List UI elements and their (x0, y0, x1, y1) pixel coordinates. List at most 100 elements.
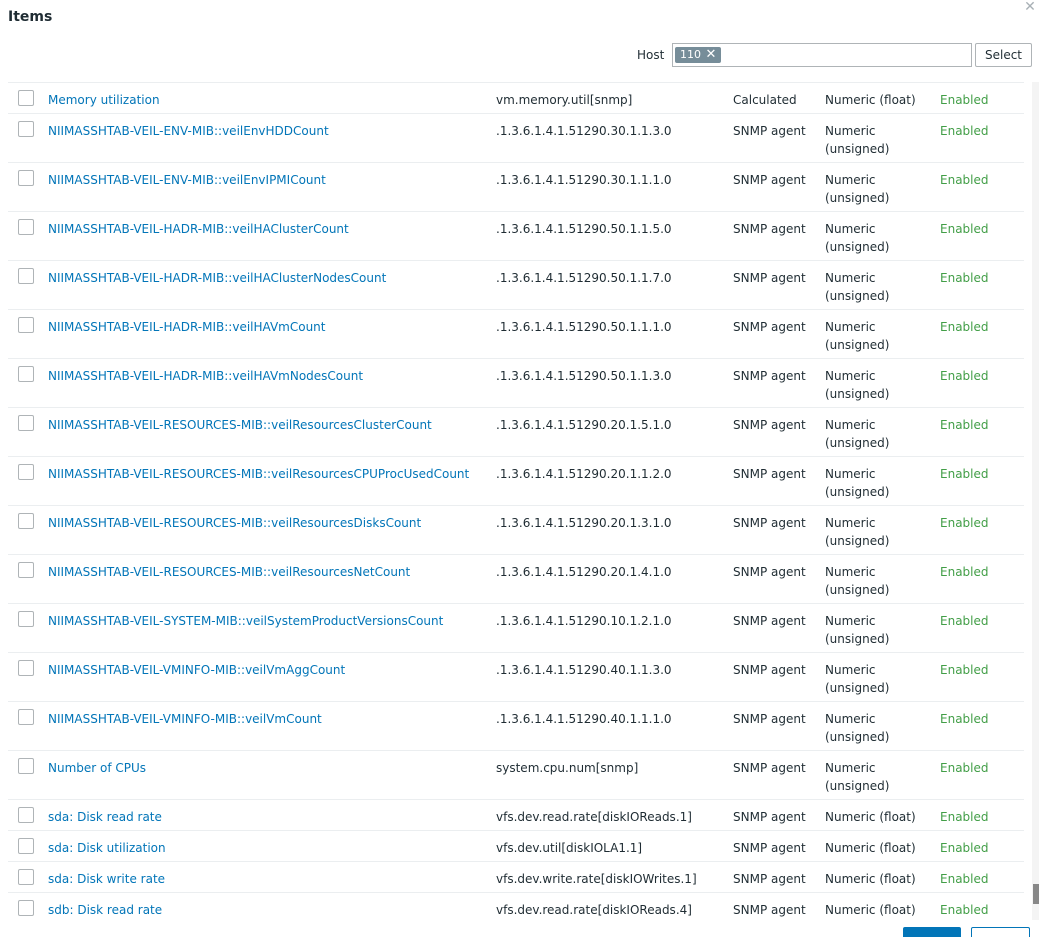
item-status[interactable]: Enabled (940, 808, 989, 826)
row-checkbox[interactable] (18, 838, 34, 854)
scrollbar-thumb[interactable] (1033, 884, 1039, 904)
row-checkbox[interactable] (18, 709, 34, 725)
item-value-type: Numeric (unsigned) (825, 565, 890, 597)
item-type: SNMP agent (733, 320, 806, 334)
item-key: vfs.dev.util[diskIOLA1.1] (496, 841, 643, 855)
row-checkbox[interactable] (18, 562, 34, 578)
item-value-type: Numeric (unsigned) (825, 173, 890, 205)
item-name-link[interactable]: sdb: Disk read rate (48, 901, 162, 919)
item-status[interactable]: Enabled (940, 465, 989, 483)
item-key: .1.3.6.1.4.1.51290.50.1.1.7.0 (496, 271, 672, 285)
row-checkbox[interactable] (18, 268, 34, 284)
item-status[interactable]: Enabled (940, 122, 989, 140)
row-checkbox[interactable] (18, 900, 34, 916)
item-key: system.cpu.num[snmp] (496, 761, 639, 775)
item-name-link[interactable]: Memory utilization (48, 91, 160, 109)
item-status[interactable]: Enabled (940, 171, 989, 189)
item-value-type: Numeric (float) (825, 810, 916, 824)
item-name-link[interactable]: NIIMASSHTAB-VEIL-HADR-MIB::veilHACluster… (48, 220, 349, 238)
row-checkbox[interactable] (18, 415, 34, 431)
item-value-type: Numeric (unsigned) (825, 516, 890, 548)
table-row: NIIMASSHTAB-VEIL-HADR-MIB::veilHAVmCount… (8, 310, 1024, 359)
item-name-link[interactable]: sda: Disk read rate (48, 808, 162, 826)
item-name-link[interactable]: NIIMASSHTAB-VEIL-RESOURCES-MIB::veilReso… (48, 514, 421, 532)
item-status[interactable]: Enabled (940, 661, 989, 679)
item-key: .1.3.6.1.4.1.51290.20.1.3.1.0 (496, 516, 672, 530)
item-status[interactable]: Enabled (940, 416, 989, 434)
row-checkbox[interactable] (18, 807, 34, 823)
row-checkbox[interactable] (18, 869, 34, 885)
item-name-link[interactable]: sda: Disk write rate (48, 870, 165, 888)
item-key: .1.3.6.1.4.1.51290.50.1.1.1.0 (496, 320, 672, 334)
table-row: NIIMASSHTAB-VEIL-RESOURCES-MIB::veilReso… (8, 555, 1024, 604)
item-value-type: Numeric (unsigned) (825, 369, 890, 401)
item-key: .1.3.6.1.4.1.51290.50.1.1.3.0 (496, 369, 672, 383)
item-status[interactable]: Enabled (940, 710, 989, 728)
item-type: SNMP agent (733, 565, 806, 579)
item-name-link[interactable]: Number of CPUs (48, 759, 146, 777)
item-name-link[interactable]: NIIMASSHTAB-VEIL-VMINFO-MIB::veilVmAggCo… (48, 661, 345, 679)
item-status[interactable]: Enabled (940, 612, 989, 630)
row-checkbox[interactable] (18, 464, 34, 480)
host-multiselect-input[interactable]: 110 ✕ (672, 43, 972, 67)
item-value-type: Numeric (unsigned) (825, 614, 890, 646)
item-name-link[interactable]: NIIMASSHTAB-VEIL-RESOURCES-MIB::veilReso… (48, 563, 410, 581)
host-label: Host (637, 48, 665, 62)
footer-secondary-button[interactable] (971, 927, 1030, 937)
item-key: vfs.dev.read.rate[diskIOReads.1] (496, 810, 692, 824)
select-button[interactable]: Select (975, 43, 1032, 67)
item-name-link[interactable]: NIIMASSHTAB-VEIL-SYSTEM-MIB::veilSystemP… (48, 612, 443, 630)
item-status[interactable]: Enabled (940, 514, 989, 532)
host-chip: 110 ✕ (675, 47, 721, 63)
item-name-link[interactable]: NIIMASSHTAB-VEIL-HADR-MIB::veilHAVmCount (48, 318, 326, 336)
scrollbar[interactable] (1032, 82, 1039, 920)
item-status[interactable]: Enabled (940, 839, 989, 857)
close-icon[interactable]: ✕ (1023, 0, 1037, 14)
row-checkbox[interactable] (18, 219, 34, 235)
table-row: NIIMASSHTAB-VEIL-HADR-MIB::veilHAVmNodes… (8, 359, 1024, 408)
row-checkbox[interactable] (18, 513, 34, 529)
table-row: NIIMASSHTAB-VEIL-RESOURCES-MIB::veilReso… (8, 457, 1024, 506)
item-name-link[interactable]: NIIMASSHTAB-VEIL-ENV-MIB::veilEnvHDDCoun… (48, 122, 329, 140)
item-type: SNMP agent (733, 173, 806, 187)
item-status[interactable]: Enabled (940, 269, 989, 287)
item-key: .1.3.6.1.4.1.51290.10.1.2.1.0 (496, 614, 672, 628)
item-value-type: Numeric (unsigned) (825, 663, 890, 695)
row-checkbox[interactable] (18, 611, 34, 627)
item-value-type: Numeric (unsigned) (825, 124, 890, 156)
item-key: .1.3.6.1.4.1.51290.40.1.1.3.0 (496, 663, 672, 677)
row-checkbox[interactable] (18, 758, 34, 774)
item-status[interactable]: Enabled (940, 220, 989, 238)
table-row: NIIMASSHTAB-VEIL-VMINFO-MIB::veilVmCount… (8, 702, 1024, 751)
item-status[interactable]: Enabled (940, 901, 989, 919)
item-name-link[interactable]: NIIMASSHTAB-VEIL-HADR-MIB::veilHAVmNodes… (48, 367, 363, 385)
item-type: SNMP agent (733, 516, 806, 530)
item-name-link[interactable]: NIIMASSHTAB-VEIL-ENV-MIB::veilEnvIPMICou… (48, 171, 326, 189)
item-status[interactable]: Enabled (940, 367, 989, 385)
item-name-link[interactable]: sda: Disk utilization (48, 839, 166, 857)
item-status[interactable]: Enabled (940, 870, 989, 888)
table-row: sdb: Disk read rate vfs.dev.read.rate[dis… (8, 893, 1024, 921)
footer-primary-button[interactable] (903, 927, 961, 937)
row-checkbox[interactable] (18, 90, 34, 106)
remove-chip-icon[interactable]: ✕ (705, 47, 717, 63)
row-checkbox[interactable] (18, 660, 34, 676)
item-status[interactable]: Enabled (940, 91, 989, 109)
row-checkbox[interactable] (18, 170, 34, 186)
row-checkbox[interactable] (18, 317, 34, 333)
item-status[interactable]: Enabled (940, 759, 989, 777)
item-name-link[interactable]: NIIMASSHTAB-VEIL-RESOURCES-MIB::veilReso… (48, 416, 432, 434)
row-checkbox[interactable] (18, 366, 34, 382)
item-status[interactable]: Enabled (940, 318, 989, 336)
item-type: SNMP agent (733, 841, 806, 855)
item-name-link[interactable]: NIIMASSHTAB-VEIL-RESOURCES-MIB::veilReso… (48, 465, 469, 483)
item-type: SNMP agent (733, 663, 806, 677)
item-name-link[interactable]: NIIMASSHTAB-VEIL-HADR-MIB::veilHACluster… (48, 269, 386, 287)
item-status[interactable]: Enabled (940, 563, 989, 581)
table-row: NIIMASSHTAB-VEIL-ENV-MIB::veilEnvIPMICou… (8, 163, 1024, 212)
item-type: SNMP agent (733, 614, 806, 628)
item-type: SNMP agent (733, 271, 806, 285)
item-name-link[interactable]: NIIMASSHTAB-VEIL-VMINFO-MIB::veilVmCount (48, 710, 322, 728)
row-checkbox[interactable] (18, 121, 34, 137)
item-type: SNMP agent (733, 872, 806, 886)
